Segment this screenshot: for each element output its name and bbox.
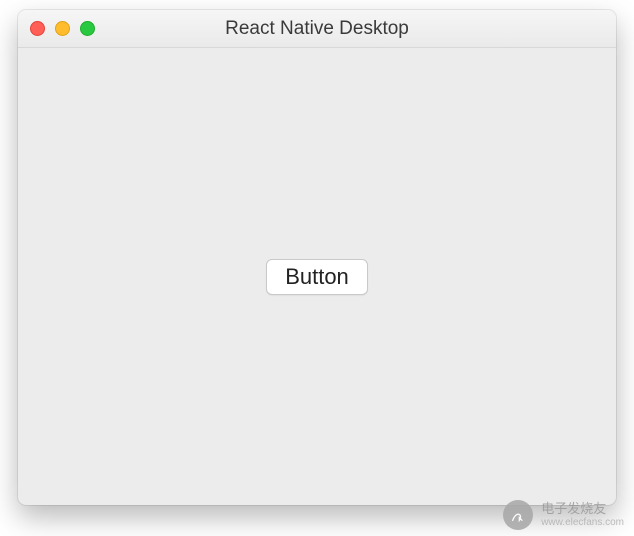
main-button[interactable]: Button xyxy=(266,259,368,295)
app-window: React Native Desktop Button xyxy=(18,10,616,505)
maximize-icon[interactable] xyxy=(80,21,95,36)
watermark-name: 电子发烧友 xyxy=(541,502,624,516)
titlebar: React Native Desktop xyxy=(18,10,616,48)
close-icon[interactable] xyxy=(30,21,45,36)
window-content: Button xyxy=(18,48,616,505)
watermark-text: 电子发烧友 www.elecfans.com xyxy=(541,502,624,527)
watermark: 电子发烧友 www.elecfans.com xyxy=(503,500,624,530)
watermark-url: www.elecfans.com xyxy=(541,517,624,528)
minimize-icon[interactable] xyxy=(55,21,70,36)
watermark-icon xyxy=(503,500,533,530)
window-title: React Native Desktop xyxy=(18,18,616,40)
traffic-lights xyxy=(18,21,95,36)
